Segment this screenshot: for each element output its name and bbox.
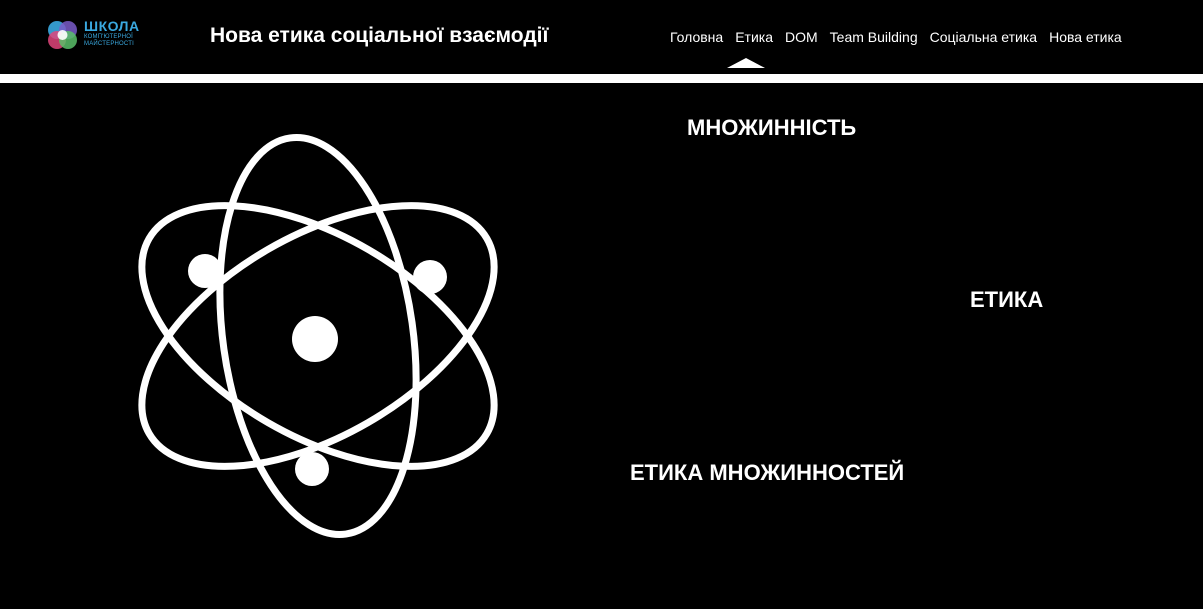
active-nav-indicator (727, 58, 765, 68)
main-content: МНОЖИННІСТЬ ЕТИКА ЕТИКА МНОЖИННОСТЕЙ (0, 83, 1203, 609)
logo-subtitle-2: МАЙСТЕРНОСТІ (84, 41, 134, 47)
term-ethics-of-pluralities: ЕТИКА МНОЖИННОСТЕЙ (630, 460, 905, 485)
nav-item-new-ethics[interactable]: Нова етика (1043, 29, 1128, 45)
site-logo[interactable]: ШКОЛА КОМП'ЮТЕРНОЇ МАЙСТЕРНОСТІ (44, 16, 140, 56)
site-title: Нова етика соціальної взаємодії (210, 24, 549, 47)
nav-item-dom[interactable]: DOM (779, 29, 824, 45)
logo-title: ШКОЛА (84, 18, 140, 34)
logo-text: ШКОЛА КОМП'ЮТЕРНОЇ МАЙСТЕРНОСТІ (84, 19, 140, 47)
nav-item-team-building[interactable]: Team Building (824, 29, 924, 45)
atom-icon (138, 134, 498, 538)
term-ethics: ЕТИКА (970, 287, 1044, 312)
header: ШКОЛА КОМП'ЮТЕРНОЇ МАЙСТЕРНОСТІ Нова ети… (0, 0, 1203, 74)
nav-item-ethics[interactable]: Етика (729, 29, 779, 45)
logo-subtitle-1: КОМП'ЮТЕРНОЇ (84, 34, 134, 40)
school-logo-icon (48, 21, 77, 49)
main-nav: Головна Етика DOM Team Building Соціальн… (664, 29, 1128, 45)
nav-item-social-ethics[interactable]: Соціальна етика (924, 29, 1043, 45)
header-divider (0, 74, 1203, 83)
nav-item-home[interactable]: Головна (664, 29, 729, 45)
term-plurality: МНОЖИННІСТЬ (687, 115, 857, 140)
